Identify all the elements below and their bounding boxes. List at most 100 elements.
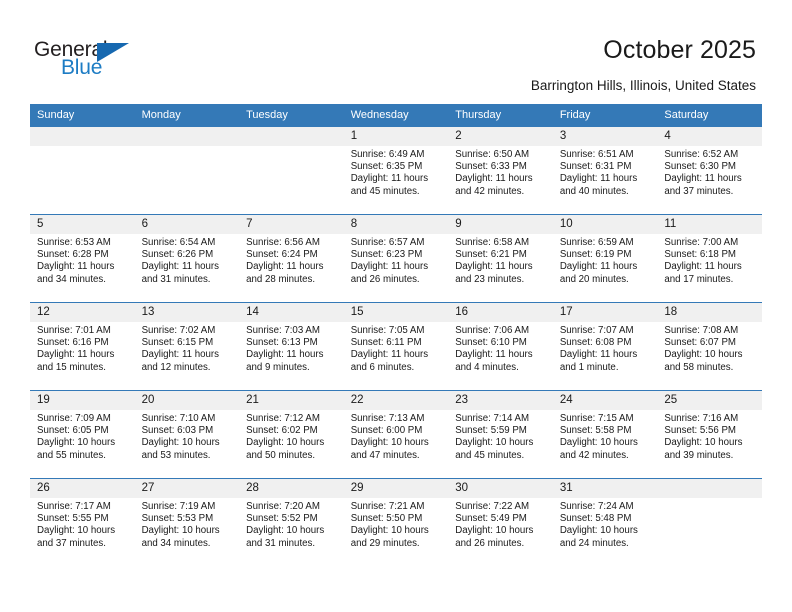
calendar-day[interactable]: 2 Sunrise: 6:50 AM Sunset: 6:33 PM Daylight… bbox=[448, 126, 553, 214]
calendar-day[interactable]: 21 Sunrise: 7:12 AM Sunset: 6:02 PM Dayligh… bbox=[239, 390, 344, 478]
calendar-day[interactable]: 24 Sunrise: 7:15 AM Sunset: 5:58 PM Dayligh… bbox=[552, 390, 658, 478]
calendar-day-daylight-line1: Daylight: 11 hours bbox=[455, 349, 533, 361]
calendar-day[interactable]: 12 Sunrise: 7:01 AM Sunset: 6:16 PM Dayligh… bbox=[30, 302, 135, 390]
calendar-day-daylight-line1: Daylight: 10 hours bbox=[455, 525, 534, 537]
calendar-day-daylight-line1: Daylight: 10 hours bbox=[664, 349, 743, 361]
calendar-day[interactable]: 19 Sunrise: 7:09 AM Sunset: 6:05 PM Dayligh… bbox=[30, 390, 135, 478]
calendar-day[interactable]: 18 Sunrise: 7:08 AM Sunset: 6:07 PM Dayligh… bbox=[657, 302, 762, 390]
calendar-day-sunset: Sunset: 6:16 PM bbox=[37, 337, 109, 349]
calendar-day[interactable]: 14 Sunrise: 7:03 AM Sunset: 6:13 PM Dayligh… bbox=[239, 302, 344, 390]
calendar-cell: 19 Sunrise: 7:09 AM Sunset: 6:05 PM Dayligh… bbox=[30, 390, 135, 478]
calendar-day-sunrise: Sunrise: 7:14 AM bbox=[455, 413, 530, 424]
calendar-day-daylight-line1: Daylight: 10 hours bbox=[246, 437, 325, 449]
calendar-day[interactable]: 23 Sunrise: 7:14 AM Sunset: 5:59 PM Dayligh… bbox=[448, 390, 553, 478]
calendar-day[interactable]: 17 Sunrise: 7:07 AM Sunset: 6:08 PM Dayligh… bbox=[552, 302, 658, 390]
calendar-day-number: 6 bbox=[134, 215, 240, 234]
calendar-day-number: 18 bbox=[657, 303, 762, 322]
calendar-page: General Blue October 2025 Barrington Hil… bbox=[0, 0, 792, 612]
calendar-day-sunrise: Sunrise: 6:58 AM bbox=[455, 237, 530, 248]
calendar-day-info: Sunrise: 6:54 AM Sunset: 6:26 PM Daylight:… bbox=[142, 237, 233, 286]
calendar-day[interactable]: 1 Sunrise: 6:49 AM Sunset: 6:35 PM Daylight… bbox=[343, 126, 449, 214]
calendar-day[interactable]: 11 Sunrise: 7:00 AM Sunset: 6:18 PM Dayligh… bbox=[657, 214, 762, 302]
calendar-day-daylight-line2: and 24 minutes. bbox=[559, 537, 629, 549]
calendar-day-number: 28 bbox=[239, 479, 344, 498]
weekday-header-tuesday: Tuesday bbox=[239, 104, 344, 126]
calendar-day-content: 12 Sunrise: 7:01 AM Sunset: 6:16 PM Dayligh… bbox=[30, 303, 135, 374]
calendar-day[interactable]: 20 Sunrise: 7:10 AM Sunset: 6:03 PM Dayligh… bbox=[134, 390, 240, 478]
calendar-day-content: 3 Sunrise: 6:51 AM Sunset: 6:31 PM Daylight… bbox=[552, 127, 658, 198]
calendar-day-daylight-line1: Daylight: 10 hours bbox=[141, 437, 220, 449]
calendar-day[interactable]: 29 Sunrise: 7:21 AM Sunset: 5:50 PM Dayligh… bbox=[343, 478, 449, 566]
calendar-day-daylight-line2: and 42 minutes. bbox=[455, 185, 525, 197]
calendar-day-daylight-line2: and 12 minutes. bbox=[141, 361, 211, 373]
calendar-day[interactable]: 8 Sunrise: 6:57 AM Sunset: 6:23 PM Daylight… bbox=[343, 214, 449, 302]
calendar-day-number: 19 bbox=[30, 391, 135, 410]
calendar-day-daylight-line2: and 29 minutes. bbox=[350, 537, 420, 549]
calendar-day[interactable]: 5 Sunrise: 6:53 AM Sunset: 6:28 PM Daylight… bbox=[30, 214, 135, 302]
calendar-day[interactable]: 27 Sunrise: 7:19 AM Sunset: 5:53 PM Dayligh… bbox=[134, 478, 240, 566]
calendar-day[interactable]: 30 Sunrise: 7:22 AM Sunset: 5:49 PM Dayligh… bbox=[448, 478, 553, 566]
calendar-day-sunrise: Sunrise: 7:05 AM bbox=[350, 325, 425, 336]
calendar-day-daylight-line1: Daylight: 10 hours bbox=[350, 525, 429, 537]
weekday-header-sunday: Sunday bbox=[30, 104, 135, 126]
calendar-cell: 28 Sunrise: 7:20 AM Sunset: 5:52 PM Dayligh… bbox=[239, 478, 344, 566]
calendar-day[interactable]: 25 Sunrise: 7:16 AM Sunset: 5:56 PM Dayligh… bbox=[657, 390, 762, 478]
calendar-day-sunset: Sunset: 6:13 PM bbox=[246, 337, 318, 349]
calendar-day-content: 10 Sunrise: 6:59 AM Sunset: 6:19 PM Dayligh… bbox=[552, 215, 658, 286]
calendar-day-daylight-line1: Daylight: 11 hours bbox=[141, 261, 219, 273]
calendar-day-sunrise: Sunrise: 7:15 AM bbox=[559, 413, 634, 424]
weekday-header-saturday: Saturday bbox=[657, 104, 762, 126]
calendar-day-daylight-line1: Daylight: 10 hours bbox=[559, 437, 638, 449]
calendar-cell: 16 Sunrise: 7:06 AM Sunset: 6:10 PM Dayligh… bbox=[448, 302, 553, 390]
calendar-day[interactable]: 22 Sunrise: 7:13 AM Sunset: 6:00 PM Dayligh… bbox=[343, 390, 449, 478]
calendar-day-sunset: Sunset: 6:21 PM bbox=[455, 249, 527, 261]
calendar-day[interactable]: 3 Sunrise: 6:51 AM Sunset: 6:31 PM Daylight… bbox=[552, 126, 658, 214]
calendar-day-daylight-line2: and 53 minutes. bbox=[141, 449, 211, 461]
calendar-cell: 6 Sunrise: 6:54 AM Sunset: 6:26 PM Daylight… bbox=[134, 214, 240, 302]
calendar-day[interactable]: 31 Sunrise: 7:24 AM Sunset: 5:48 PM Dayligh… bbox=[552, 478, 658, 566]
calendar-cell: 7 Sunrise: 6:56 AM Sunset: 6:24 PM Daylight… bbox=[239, 214, 344, 302]
calendar-day-sunset: Sunset: 6:35 PM bbox=[350, 161, 423, 173]
calendar-day-sunset: Sunset: 6:11 PM bbox=[350, 337, 422, 349]
calendar-day-info: Sunrise: 7:24 AM Sunset: 5:48 PM Daylight:… bbox=[560, 501, 651, 550]
calendar-day-daylight-line1: Daylight: 10 hours bbox=[37, 437, 116, 449]
calendar-cell: 13 Sunrise: 7:02 AM Sunset: 6:15 PM Dayligh… bbox=[134, 302, 240, 390]
calendar-day-daylight-line2: and 17 minutes. bbox=[664, 273, 734, 285]
calendar-day-daylight-line2: and 15 minutes. bbox=[37, 361, 106, 373]
calendar-day[interactable]: 10 Sunrise: 6:59 AM Sunset: 6:19 PM Dayligh… bbox=[552, 214, 658, 302]
calendar-day-number: 21 bbox=[239, 391, 344, 410]
calendar-day-daylight-line2: and 1 minute. bbox=[559, 361, 619, 373]
calendar-day-daylight-line1: Daylight: 10 hours bbox=[664, 437, 743, 449]
logo-text-blue: Blue bbox=[61, 56, 103, 79]
calendar-week-row: 1 Sunrise: 6:49 AM Sunset: 6:35 PM Daylight… bbox=[30, 126, 762, 214]
calendar-day-empty bbox=[239, 126, 344, 214]
calendar-day-content bbox=[30, 127, 135, 146]
general-blue-logo[interactable]: General Blue bbox=[34, 38, 174, 84]
calendar-day-content: 17 Sunrise: 7:07 AM Sunset: 6:08 PM Dayligh… bbox=[552, 303, 658, 374]
calendar-day-sunrise: Sunrise: 7:02 AM bbox=[141, 325, 216, 336]
calendar-day-daylight-line2: and 37 minutes. bbox=[37, 537, 106, 549]
calendar-week-row: 5 Sunrise: 6:53 AM Sunset: 6:28 PM Daylight… bbox=[30, 214, 762, 302]
calendar-day[interactable]: 26 Sunrise: 7:17 AM Sunset: 5:55 PM Dayligh… bbox=[30, 478, 135, 566]
calendar-day[interactable]: 9 Sunrise: 6:58 AM Sunset: 6:21 PM Daylight… bbox=[448, 214, 553, 302]
calendar-day[interactable]: 16 Sunrise: 7:06 AM Sunset: 6:10 PM Dayligh… bbox=[448, 302, 553, 390]
calendar-day-content: 13 Sunrise: 7:02 AM Sunset: 6:15 PM Dayligh… bbox=[134, 303, 240, 374]
calendar-day-info: Sunrise: 7:14 AM Sunset: 5:59 PM Daylight:… bbox=[455, 413, 546, 462]
calendar-day-number: 31 bbox=[552, 479, 658, 498]
calendar-day[interactable]: 6 Sunrise: 6:54 AM Sunset: 6:26 PM Daylight… bbox=[134, 214, 240, 302]
calendar-day-daylight-line2: and 26 minutes. bbox=[350, 273, 420, 285]
calendar-day-content bbox=[657, 479, 762, 498]
calendar-day[interactable]: 15 Sunrise: 7:05 AM Sunset: 6:11 PM Dayligh… bbox=[343, 302, 449, 390]
calendar-day[interactable]: 4 Sunrise: 6:52 AM Sunset: 6:30 PM Daylight… bbox=[657, 126, 762, 214]
calendar-day-info: Sunrise: 7:15 AM Sunset: 5:58 PM Daylight:… bbox=[560, 413, 651, 462]
calendar-day-info: Sunrise: 6:53 AM Sunset: 6:28 PM Daylight:… bbox=[37, 237, 128, 286]
calendar-day-sunrise: Sunrise: 6:53 AM bbox=[37, 237, 111, 248]
calendar-day-content: 20 Sunrise: 7:10 AM Sunset: 6:03 PM Dayligh… bbox=[134, 391, 240, 462]
calendar-day-sunset: Sunset: 6:24 PM bbox=[246, 249, 318, 261]
calendar-day[interactable]: 7 Sunrise: 6:56 AM Sunset: 6:24 PM Daylight… bbox=[239, 214, 344, 302]
calendar-day[interactable]: 13 Sunrise: 7:02 AM Sunset: 6:15 PM Dayligh… bbox=[134, 302, 240, 390]
calendar-day-number: 12 bbox=[30, 303, 135, 322]
calendar-day-sunrise: Sunrise: 7:09 AM bbox=[37, 413, 111, 424]
calendar-day-info: Sunrise: 7:10 AM Sunset: 6:03 PM Daylight:… bbox=[142, 413, 233, 462]
calendar-day[interactable]: 28 Sunrise: 7:20 AM Sunset: 5:52 PM Dayligh… bbox=[239, 478, 344, 566]
